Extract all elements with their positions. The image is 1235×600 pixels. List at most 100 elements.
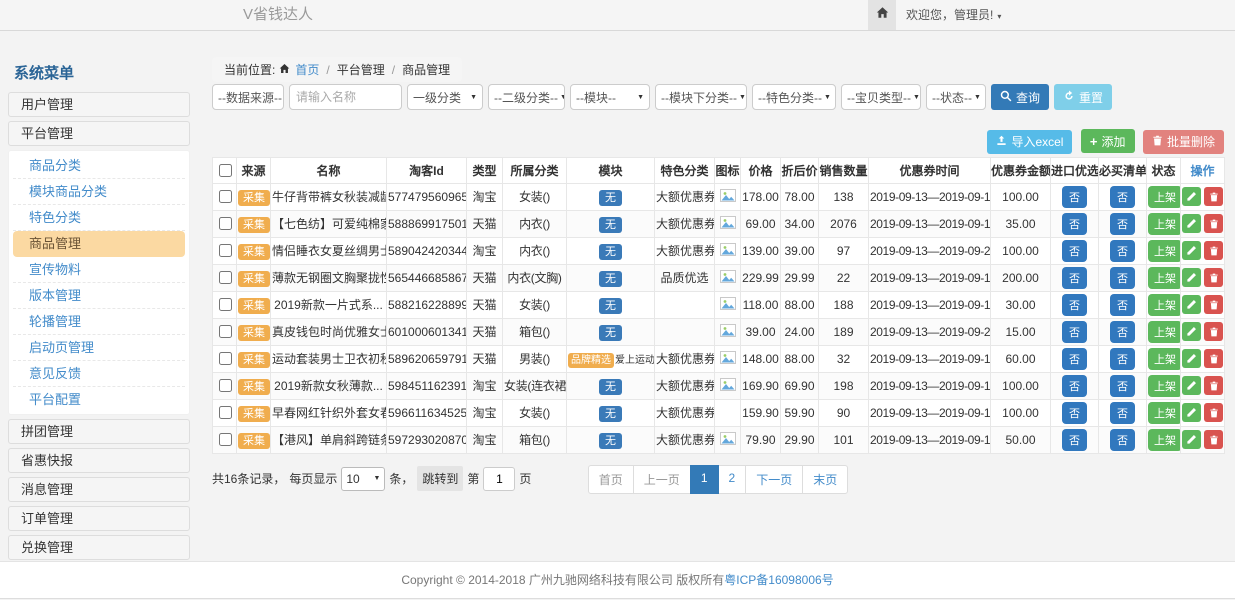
status-toggle[interactable]: 上架 — [1148, 186, 1181, 208]
must-buy-toggle[interactable]: 否 — [1110, 213, 1135, 235]
import-select-toggle[interactable]: 否 — [1062, 429, 1087, 451]
edit-button[interactable] — [1182, 268, 1201, 287]
status-toggle[interactable]: 上架 — [1148, 240, 1181, 262]
row-checkbox[interactable] — [219, 379, 232, 392]
edit-button[interactable] — [1182, 403, 1201, 422]
user-menu[interactable]: 欢迎您，管理员!▾ — [906, 0, 1001, 32]
filter-select[interactable]: --模块--▼ — [570, 84, 650, 110]
delete-button[interactable] — [1204, 295, 1223, 314]
edit-button[interactable] — [1182, 295, 1201, 314]
delete-button[interactable] — [1204, 430, 1223, 449]
page-button[interactable]: 上一页 — [633, 465, 691, 494]
delete-button[interactable] — [1204, 268, 1223, 287]
must-buy-toggle[interactable]: 否 — [1110, 186, 1135, 208]
icp-link[interactable]: 粤ICP备16098006号 — [724, 573, 833, 587]
must-buy-toggle[interactable]: 否 — [1110, 267, 1135, 289]
must-buy-toggle[interactable]: 否 — [1110, 429, 1135, 451]
import-select-toggle[interactable]: 否 — [1062, 213, 1087, 235]
status-toggle[interactable]: 上架 — [1148, 213, 1181, 235]
edit-button[interactable] — [1182, 322, 1201, 341]
import-select-toggle[interactable]: 否 — [1062, 375, 1087, 397]
import-select-toggle[interactable]: 否 — [1062, 402, 1087, 424]
row-checkbox[interactable] — [219, 271, 232, 284]
status-toggle[interactable]: 上架 — [1148, 321, 1181, 343]
sidebar-panel[interactable]: 兑换管理 — [8, 535, 190, 560]
reset-button[interactable]: 重置 — [1054, 84, 1112, 110]
sidebar-panel[interactable]: 拼团管理 — [8, 419, 190, 444]
edit-button[interactable] — [1182, 430, 1201, 449]
must-buy-toggle[interactable]: 否 — [1110, 294, 1135, 316]
import-excel-button[interactable]: 导入excel — [987, 130, 1072, 154]
import-select-toggle[interactable]: 否 — [1062, 267, 1087, 289]
status-toggle[interactable]: 上架 — [1148, 402, 1181, 424]
filter-select[interactable]: --特色分类--▼ — [752, 84, 836, 110]
query-button[interactable]: 查询 — [991, 84, 1049, 110]
edit-button[interactable] — [1182, 241, 1201, 260]
filter-select[interactable]: 一级分类▼ — [407, 84, 483, 110]
row-checkbox[interactable] — [219, 406, 232, 419]
edit-button[interactable] — [1182, 214, 1201, 233]
page-button[interactable]: 2 — [718, 465, 747, 494]
status-toggle[interactable]: 上架 — [1148, 375, 1181, 397]
row-checkbox[interactable] — [219, 190, 232, 203]
delete-button[interactable] — [1204, 349, 1223, 368]
must-buy-toggle[interactable]: 否 — [1110, 240, 1135, 262]
page-number-input[interactable] — [483, 467, 515, 491]
page-button[interactable]: 1 — [690, 465, 719, 494]
status-toggle[interactable]: 上架 — [1148, 267, 1181, 289]
filter-select[interactable]: --宝贝类型--▼ — [841, 84, 921, 110]
delete-button[interactable] — [1204, 376, 1223, 395]
sidebar-item[interactable]: 版本管理 — [13, 283, 185, 309]
import-select-toggle[interactable]: 否 — [1062, 348, 1087, 370]
sidebar-item[interactable]: 宣传物料 — [13, 257, 185, 283]
sidebar-panel[interactable]: 平台管理 — [8, 121, 190, 146]
sidebar-panel[interactable]: 消息管理 — [8, 477, 190, 502]
must-buy-toggle[interactable]: 否 — [1110, 321, 1135, 343]
sidebar-item[interactable]: 特色分类 — [13, 205, 185, 231]
sidebar-item[interactable]: 意见反馈 — [13, 361, 185, 387]
row-checkbox[interactable] — [219, 217, 232, 230]
jump-button[interactable]: 跳转到 — [417, 466, 463, 491]
filter-select[interactable]: --数据来源--▼ — [212, 84, 284, 110]
select-all-checkbox[interactable] — [219, 164, 232, 177]
import-select-toggle[interactable]: 否 — [1062, 321, 1087, 343]
row-checkbox[interactable] — [219, 433, 232, 446]
status-toggle[interactable]: 上架 — [1148, 429, 1181, 451]
filter-select[interactable]: --状态--▼ — [926, 84, 986, 110]
row-checkbox[interactable] — [219, 352, 232, 365]
sidebar-item[interactable]: 商品分类 — [13, 153, 185, 179]
sidebar-item[interactable]: 启动页管理 — [13, 335, 185, 361]
delete-button[interactable] — [1204, 241, 1223, 260]
import-select-toggle[interactable]: 否 — [1062, 294, 1087, 316]
edit-button[interactable] — [1182, 376, 1201, 395]
page-button[interactable]: 首页 — [588, 465, 634, 494]
must-buy-toggle[interactable]: 否 — [1110, 348, 1135, 370]
delete-button[interactable] — [1204, 322, 1223, 341]
sidebar-panel[interactable]: 省惠快报 — [8, 448, 190, 473]
sidebar-item-active[interactable]: 商品管理 — [13, 231, 185, 257]
sidebar-panel[interactable]: 订单管理 — [8, 506, 190, 531]
row-checkbox[interactable] — [219, 325, 232, 338]
breadcrumb-home-link[interactable]: 首页 — [295, 61, 319, 78]
delete-button[interactable] — [1204, 403, 1223, 422]
must-buy-toggle[interactable]: 否 — [1110, 402, 1135, 424]
edit-button[interactable] — [1182, 187, 1201, 206]
page-button[interactable]: 下一页 — [745, 465, 803, 494]
edit-button[interactable] — [1182, 349, 1201, 368]
per-page-select[interactable]: 10▼ — [341, 467, 385, 491]
import-select-toggle[interactable]: 否 — [1062, 240, 1087, 262]
row-checkbox[interactable] — [219, 244, 232, 257]
delete-button[interactable] — [1204, 187, 1223, 206]
filter-select[interactable]: --二级分类--▼ — [488, 84, 565, 110]
add-button[interactable]: + 添加 — [1081, 129, 1135, 153]
status-toggle[interactable]: 上架 — [1148, 348, 1181, 370]
sidebar-item[interactable]: 平台配置 — [13, 387, 185, 412]
status-toggle[interactable]: 上架 — [1148, 294, 1181, 316]
must-buy-toggle[interactable]: 否 — [1110, 375, 1135, 397]
page-button[interactable]: 末页 — [802, 465, 848, 494]
row-checkbox[interactable] — [219, 298, 232, 311]
sidebar-item[interactable]: 模块商品分类 — [13, 179, 185, 205]
name-search-input[interactable] — [289, 84, 402, 110]
delete-button[interactable] — [1204, 214, 1223, 233]
batch-delete-button[interactable]: 批量删除 — [1143, 130, 1224, 154]
